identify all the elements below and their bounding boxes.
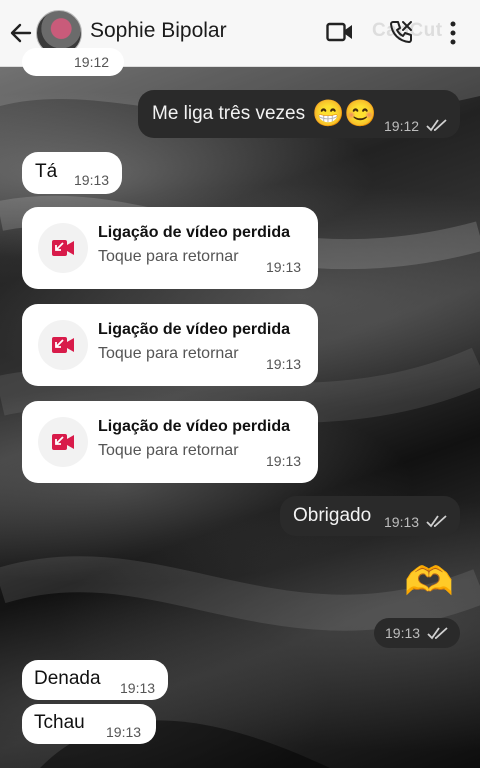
message-bubble-incoming[interactable]: Tchau 19:13	[22, 704, 156, 744]
message-time: 19:13	[384, 514, 420, 530]
message-time: 19:13	[385, 625, 421, 641]
message-time: 19:13	[106, 724, 142, 740]
message-text: Tchau	[34, 712, 85, 733]
message-text: Me liga três vezes	[152, 103, 306, 124]
missed-video-call-icon-wrap	[38, 320, 88, 370]
heart-hands-emoji[interactable]: 🫶	[404, 558, 454, 605]
message-bubble-incoming[interactable]: Tá 19:13	[22, 152, 122, 194]
message-time: 19:13	[74, 172, 110, 188]
message-time: 19:13	[266, 356, 302, 372]
message-text: Tá	[35, 161, 58, 182]
call-subtitle: Toque para retornar	[98, 248, 239, 265]
missed-video-call-icon-wrap	[38, 417, 88, 467]
read-ticks-icon	[426, 515, 447, 528]
contact-name[interactable]: Sophie Bipolar	[90, 19, 227, 43]
message-bubble-partial[interactable]: 19:12	[22, 48, 124, 76]
message-time: 19:12	[384, 118, 420, 134]
message-time: 19:12	[74, 54, 110, 70]
message-time: 19:13	[120, 680, 156, 696]
missed-video-call-bubble[interactable]: Ligação de vídeo perdida Toque para reto…	[22, 207, 318, 289]
message-text: Obrigado	[293, 505, 372, 526]
missed-video-call-icon	[52, 434, 74, 450]
message-time: 19:13	[266, 259, 302, 275]
message-text: Denada	[34, 668, 101, 689]
read-ticks-icon	[426, 119, 447, 132]
missed-video-call-bubble[interactable]: Ligação de vídeo perdida Toque para reto…	[22, 304, 318, 386]
call-title: Ligação de vídeo perdida	[98, 418, 291, 435]
missed-video-call-icon-wrap	[38, 223, 88, 273]
back-arrow-icon[interactable]	[8, 20, 34, 46]
phone-icon[interactable]	[388, 19, 414, 45]
message-emoji: 😁😊	[312, 98, 377, 128]
missed-video-call-icon	[52, 337, 74, 353]
message-bubble-outgoing[interactable]: Obrigado 19:13	[280, 496, 460, 536]
call-title: Ligação de vídeo perdida	[98, 224, 291, 241]
call-title: Ligação de vídeo perdida	[98, 321, 291, 338]
message-bubble-incoming[interactable]: Denada 19:13	[22, 660, 168, 700]
message-bubble-outgoing[interactable]: Me liga três vezes 😁😊 19:12	[138, 90, 460, 138]
read-ticks-icon	[427, 627, 448, 640]
missed-video-call-bubble[interactable]: Ligação de vídeo perdida Toque para reto…	[22, 401, 318, 483]
more-vert-icon[interactable]	[446, 19, 460, 47]
message-time: 19:13	[266, 453, 302, 469]
video-camera-icon[interactable]	[326, 21, 354, 43]
call-subtitle: Toque para retornar	[98, 345, 239, 362]
message-time-pill: 19:13	[374, 618, 460, 648]
call-subtitle: Toque para retornar	[98, 442, 239, 459]
missed-video-call-icon	[52, 240, 74, 256]
